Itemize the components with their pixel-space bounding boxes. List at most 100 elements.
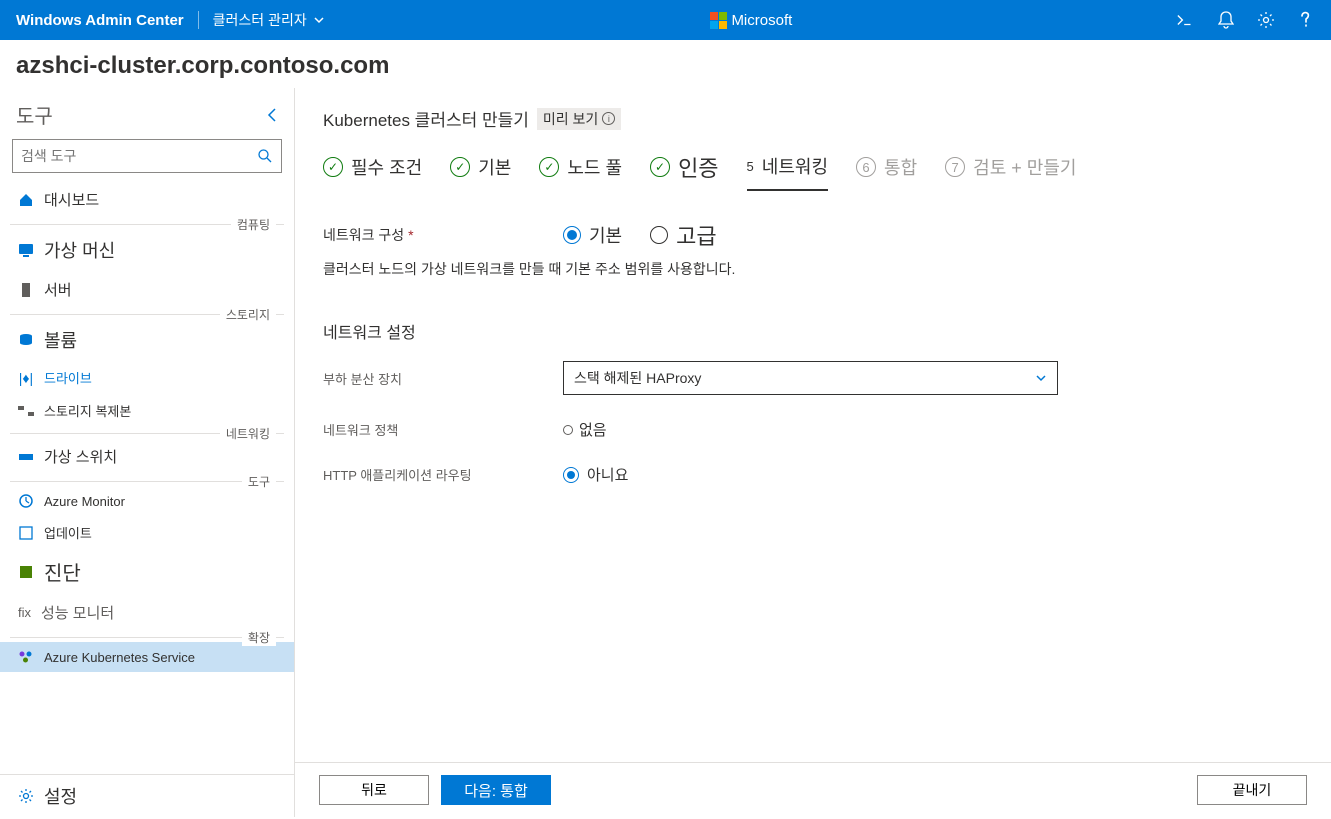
step-label: 인증 — [678, 151, 718, 183]
main: Kubernetes 클러스터 만들기 미리 보기 i 필수 조건 기본 노드 … — [295, 88, 1331, 817]
replica-icon — [18, 403, 34, 419]
chevron-down-icon — [313, 14, 325, 26]
aks-icon — [18, 649, 34, 665]
perf-prefix: fix — [18, 605, 31, 620]
topbar: Windows Admin Center 클러스터 관리자 Microsoft — [0, 0, 1331, 40]
sidebar-item-updates[interactable]: 업데이트 — [0, 516, 294, 549]
http-routing-row: HTTP 애플리케이션 라우팅 아니요 — [323, 464, 1303, 485]
sidebar-collapse-icon[interactable] — [266, 107, 278, 123]
page-title: Kubernetes 클러스터 만들기 — [323, 106, 529, 131]
radio-label: 고급 — [676, 219, 716, 251]
step-number: 5 — [747, 159, 754, 174]
page-header: Kubernetes 클러스터 만들기 미리 보기 i — [295, 88, 1331, 141]
network-config-radio-group: 기본 고급 — [563, 219, 717, 251]
step-auth[interactable]: 인증 — [650, 151, 718, 193]
load-balancer-row: 부하 분산 장치 스택 해제된 HAProxy — [323, 361, 1303, 395]
network-settings-title: 네트워크 설정 — [323, 319, 1303, 343]
chevron-down-icon — [1035, 372, 1047, 384]
sidebar-scroll[interactable]: 대시보드 컴퓨팅 가상 머신 서버 스토리지 볼륨 — [0, 181, 294, 774]
sidebar-item-label: 가상 스위치 — [44, 446, 117, 467]
step-label: 검토 + 만들기 — [973, 154, 1076, 180]
settings-icon[interactable] — [1257, 11, 1275, 29]
sidebar-item-perf-monitor[interactable]: fix 성능 모니터 — [0, 594, 294, 631]
network-policy-label: 네트워크 정책 — [323, 420, 563, 439]
check-icon — [650, 157, 670, 177]
http-routing-label: HTTP 애플리케이션 라우팅 — [323, 465, 563, 484]
context-switcher[interactable]: 클러스터 관리자 — [213, 10, 325, 30]
step-circle: 7 — [945, 157, 965, 177]
sidebar-item-diagnostics[interactable]: 진단 — [0, 549, 294, 594]
preview-label: 미리 보기 — [543, 109, 598, 129]
sidebar-search-wrap — [0, 139, 294, 181]
vm-icon — [18, 242, 34, 258]
sidebar-item-label: Azure Monitor — [44, 494, 125, 509]
sidebar-item-azure-monitor[interactable]: Azure Monitor — [0, 486, 294, 516]
sidebar-bottom: 설정 — [0, 774, 294, 817]
check-icon — [539, 157, 559, 177]
radio-advanced[interactable]: 고급 — [650, 219, 716, 251]
microsoft-logo-icon — [709, 11, 727, 29]
gear-icon — [18, 788, 34, 804]
notifications-icon[interactable] — [1217, 11, 1235, 29]
diagnostics-icon — [18, 564, 34, 580]
help-icon[interactable] — [1297, 11, 1315, 29]
body: 도구 대시보드 컴퓨팅 — [0, 88, 1331, 817]
sidebar-item-servers[interactable]: 서버 — [0, 271, 294, 308]
step-basic[interactable]: 기본 — [450, 154, 511, 190]
sidebar-item-label: Azure Kubernetes Service — [44, 650, 195, 665]
sidebar-item-label: 스토리지 복제본 — [44, 401, 131, 420]
network-policy-row: 네트워크 정책 없음 — [323, 419, 1303, 440]
search-input[interactable] — [21, 148, 257, 164]
sidebar-item-label: 업데이트 — [44, 523, 92, 542]
step-circle: 6 — [856, 157, 876, 177]
volumes-icon — [18, 332, 34, 348]
sidebar-group-compute: 컴퓨팅 — [10, 224, 284, 225]
sidebar-item-drives[interactable]: |♦| 드라이브 — [0, 361, 294, 394]
step-label: 노드 풀 — [567, 154, 622, 180]
back-button[interactable]: 뒤로 — [319, 775, 429, 805]
radio-basic[interactable]: 기본 — [563, 222, 622, 248]
select-value: 스택 해제된 HAProxy — [574, 368, 701, 388]
radio-http-no[interactable]: 아니요 — [563, 464, 628, 485]
network-config-row: 네트워크 구성* 기본 고급 — [323, 219, 1303, 251]
step-prereq[interactable]: 필수 조건 — [323, 154, 422, 190]
step-label: 필수 조건 — [351, 154, 422, 180]
home-icon — [18, 192, 34, 208]
brand-label: Microsoft — [731, 12, 792, 29]
sidebar-group-storage: 스토리지 — [10, 314, 284, 315]
sidebar: 도구 대시보드 컴퓨팅 — [0, 88, 295, 817]
app-title: Windows Admin Center — [16, 12, 184, 29]
check-icon — [323, 157, 343, 177]
sidebar-item-vswitch[interactable]: 가상 스위치 — [0, 438, 294, 475]
wizard-steps: 필수 조건 기본 노드 풀 인증 5 네트워킹 6 통합 — [295, 141, 1331, 205]
finish-button[interactable]: 끝내기 — [1197, 775, 1307, 805]
sidebar-item-label: 서버 — [44, 279, 72, 300]
sidebar-item-volumes[interactable]: 볼륨 — [0, 319, 294, 361]
monitor-icon — [18, 493, 34, 509]
search-icon — [257, 148, 273, 164]
load-balancer-select[interactable]: 스택 해제된 HAProxy — [563, 361, 1058, 395]
sidebar-item-vms[interactable]: 가상 머신 — [0, 229, 294, 271]
sidebar-item-label: 드라이브 — [44, 368, 92, 387]
step-networking[interactable]: 5 네트워킹 — [747, 153, 828, 191]
sidebar-search[interactable] — [12, 139, 282, 173]
network-config-label: 네트워크 구성* — [323, 225, 563, 245]
server-icon — [18, 282, 34, 298]
step-label: 기본 — [478, 154, 511, 180]
sidebar-item-dashboard[interactable]: 대시보드 — [0, 181, 294, 218]
step-label: 네트워킹 — [762, 153, 828, 179]
step-nodepool[interactable]: 노드 풀 — [539, 154, 622, 190]
sidebar-item-storage-replica[interactable]: 스토리지 복제본 — [0, 394, 294, 427]
step-integration[interactable]: 6 통합 — [856, 154, 917, 190]
radio-icon — [563, 226, 581, 244]
sidebar-title: 도구 — [16, 100, 53, 129]
sidebar-item-label: 진단 — [44, 557, 81, 586]
sidebar-item-settings[interactable]: 설정 — [0, 775, 294, 817]
powershell-icon[interactable] — [1177, 11, 1195, 29]
topbar-left: Windows Admin Center 클러스터 관리자 — [16, 10, 325, 30]
sidebar-item-label: 성능 모니터 — [41, 602, 114, 623]
step-review[interactable]: 7 검토 + 만들기 — [945, 154, 1076, 190]
sidebar-item-aks[interactable]: Azure Kubernetes Service — [0, 642, 294, 672]
next-button[interactable]: 다음: 통합 — [441, 775, 551, 805]
info-icon[interactable]: i — [602, 112, 615, 125]
